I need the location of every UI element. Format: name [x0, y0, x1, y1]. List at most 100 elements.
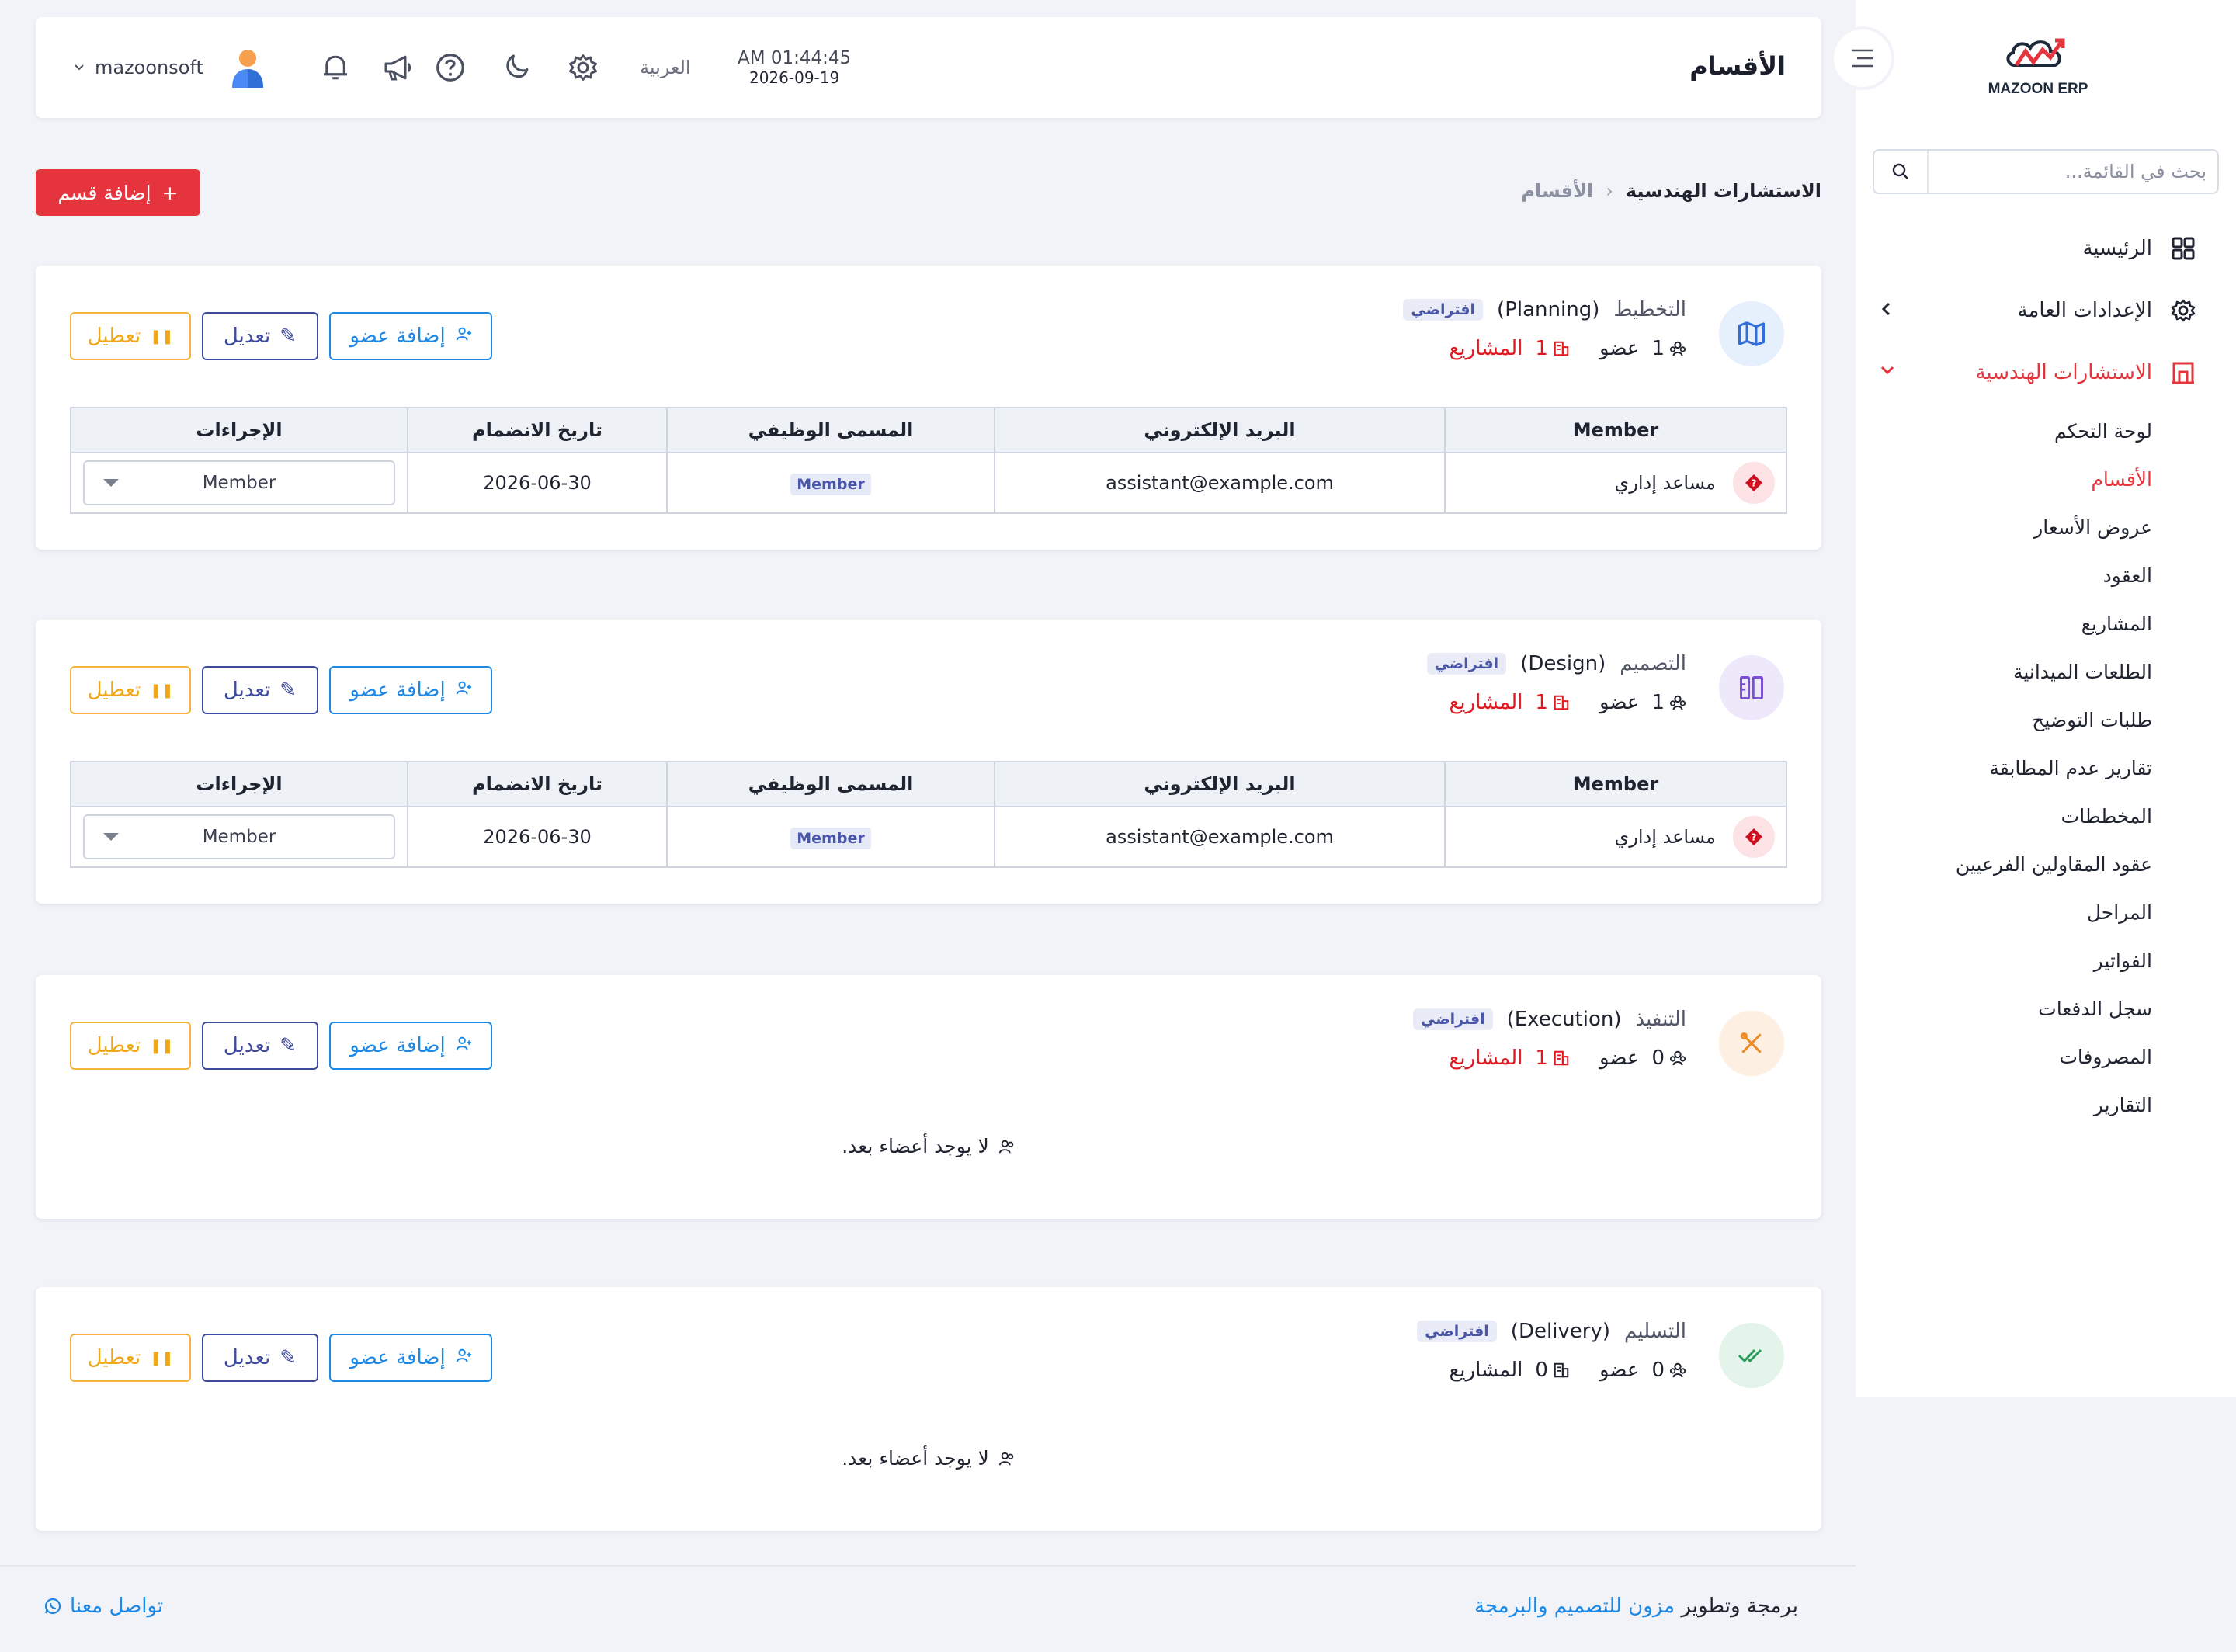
department-actions: ❚❚ تعطيل ✎ تعديل إضافة عضو	[70, 666, 492, 714]
user-menu[interactable]: mazoonsoft	[73, 17, 203, 118]
gear-icon	[568, 54, 598, 81]
projects-label: المشاريع	[1449, 1359, 1523, 1382]
caret-down-icon	[103, 479, 119, 487]
sidebar-subitem-dashboard[interactable]: لوحة التحكم	[1888, 407, 2152, 455]
members-label: عضو	[1599, 1046, 1640, 1070]
role-select[interactable]: Member	[83, 814, 395, 859]
department-stats: 1 عضو 1 المشاريع	[1449, 337, 1686, 360]
sidebar-subitem-ncr-reports[interactable]: تقارير عدم المطابقة	[1888, 744, 2152, 792]
add-member-button[interactable]: إضافة عضو	[329, 1334, 492, 1382]
disable-button[interactable]: ❚❚ تعطيل	[70, 666, 191, 714]
projects-label: المشاريع	[1449, 337, 1523, 360]
settings-button[interactable]	[568, 17, 598, 118]
projects-count[interactable]: 0 المشاريع	[1449, 1359, 1569, 1382]
sidebar-item-general-settings[interactable]: الإعدادات العامة	[1871, 297, 2197, 324]
sidebar-subitem-quotations[interactable]: عروض الأسعار	[1888, 503, 2152, 551]
empty-members-message: لا يوجد أعضاء بعد.	[36, 1447, 1821, 1470]
table-row: ? مساعد إداري assistant@example.com Member 2…	[70, 806, 1787, 868]
language-switch[interactable]: العربية	[640, 17, 691, 118]
sidebar-subitem-rfis[interactable]: طلبات التوضيح	[1888, 696, 2152, 744]
col-email: البريد الإلكتروني	[994, 761, 1446, 807]
moon-icon	[506, 54, 529, 78]
sidebar-item-home[interactable]: الرئيسية	[1871, 234, 2197, 262]
sidebar-item-engineering-consulting[interactable]: الاستشارات الهندسية	[1871, 359, 2197, 387]
clock-date: 2026-09-19	[748, 68, 840, 87]
department-name: التنفيذ	[1635, 1008, 1686, 1031]
grid-icon	[2169, 234, 2197, 262]
add-member-label: إضافة عضو	[349, 1346, 446, 1369]
clock: AM 01:44:45 2026-09-19	[738, 17, 851, 118]
job-title-badge: Member	[790, 828, 871, 849]
help-button[interactable]	[435, 17, 466, 118]
footer-dev-link[interactable]: مزون للتصميم والبرمجة	[1474, 1595, 1675, 1618]
edit-button[interactable]: ✎ تعديل	[202, 1334, 318, 1382]
projects-count[interactable]: 1 المشاريع	[1449, 691, 1569, 714]
sidebar-subitem-phases[interactable]: المراحل	[1888, 888, 2152, 936]
department-card: التخطيط (Planning) افتراضي 1 عضو 1 المشاريع ❚❚ ت…	[36, 266, 1821, 550]
add-member-button[interactable]: إضافة عضو	[329, 666, 492, 714]
logo-icon	[2006, 38, 2065, 67]
col-actions: الإجراءات	[70, 407, 408, 453]
pencil-icon: ✎	[280, 324, 297, 348]
sidebar-subitem-reports[interactable]: التقارير	[1888, 1081, 2152, 1129]
projects-count-value: 1	[1535, 691, 1548, 714]
megaphone-icon	[384, 55, 411, 81]
col-email: البريد الإلكتروني	[994, 407, 1446, 453]
edit-button[interactable]: ✎ تعديل	[202, 666, 318, 714]
sidebar-search[interactable]	[1873, 149, 2219, 194]
user-plus-icon	[455, 324, 472, 348]
actions-cell: Member	[70, 806, 408, 868]
department-card: التنفيذ (Execution) افتراضي 0 عضو 1 المشاريع ❚❚…	[36, 975, 1821, 1219]
double-check-icon	[1738, 1348, 1762, 1363]
notifications-button[interactable]	[320, 17, 351, 118]
contact-us-link[interactable]: تواصل معنا	[43, 1595, 163, 1618]
sidebar-subitem-payments[interactable]: سجل الدفعات	[1888, 984, 2152, 1032]
search-button[interactable]	[1874, 151, 1929, 193]
sidebar-subitem-contracts[interactable]: العقود	[1888, 551, 2152, 599]
user-plus-icon	[455, 1034, 472, 1057]
disable-button[interactable]: ❚❚ تعطيل	[70, 312, 191, 360]
users-icon	[998, 1452, 1014, 1466]
sidebar-subitem-site-visits[interactable]: الطلعات الميدانية	[1888, 647, 2152, 696]
sidebar-subitem-projects[interactable]: المشاريع	[1888, 599, 2152, 647]
members-count: 0 عضو	[1599, 1046, 1686, 1070]
add-member-button[interactable]: إضافة عضو	[329, 1022, 492, 1070]
sidebar-subitem-drawings[interactable]: المخططات	[1888, 792, 2152, 840]
app-logo[interactable]: MAZOON ERP	[1980, 31, 2096, 98]
add-member-button[interactable]: إضافة عضو	[329, 312, 492, 360]
sidebar-subitem-departments[interactable]: الأقسام	[1888, 455, 2152, 503]
sidebar-subitem-invoices[interactable]: الفواتير	[1888, 936, 2152, 984]
disable-button[interactable]: ❚❚ تعطيل	[70, 1334, 191, 1382]
department-title: التصميم (Design) افتراضي	[1426, 652, 1686, 675]
users-icon	[1669, 341, 1686, 356]
role-select[interactable]: Member	[83, 460, 395, 505]
sidebar-search-input[interactable]	[1929, 151, 2217, 193]
sidebar-subitem-expenses[interactable]: المصروفات	[1888, 1032, 2152, 1081]
member-name: مساعد إداري	[1614, 826, 1716, 848]
projects-count[interactable]: 1 المشاريع	[1449, 337, 1569, 360]
username: mazoonsoft	[95, 57, 203, 78]
default-badge: افتراضي	[1417, 1321, 1497, 1342]
sidebar-subnav: لوحة التحكم الأقسام عروض الأسعار العقود …	[1888, 407, 2152, 1129]
menu-toggle-button[interactable]	[1831, 26, 1894, 90]
projects-count[interactable]: 1 المشاريع	[1449, 1046, 1569, 1070]
announcements-button[interactable]	[382, 17, 413, 118]
breadcrumb-parent[interactable]: الاستشارات الهندسية	[1626, 180, 1821, 202]
edit-button[interactable]: ✎ تعديل	[202, 1022, 318, 1070]
email-cell: assistant@example.com	[994, 806, 1446, 868]
search-icon	[1892, 163, 1908, 179]
user-avatar[interactable]	[230, 17, 266, 118]
sidebar-subitem-subcontracts[interactable]: عقود المقاولين الفرعيين	[1888, 840, 2152, 888]
pause-icon: ❚❚	[150, 1037, 174, 1054]
col-job-title: المسمى الوظيفي	[666, 407, 995, 453]
edit-button[interactable]: ✎ تعديل	[202, 312, 318, 360]
members-count-value: 0	[1651, 1046, 1665, 1070]
dark-mode-toggle[interactable]	[500, 17, 531, 118]
job-title-cell: Member	[666, 452, 995, 514]
department-title: التخطيط (Planning) افتراضي	[1403, 298, 1686, 321]
department-stats: 0 عضو 0 المشاريع	[1449, 1359, 1686, 1382]
add-section-button[interactable]: + إضافة قسم	[36, 169, 200, 216]
disable-button[interactable]: ❚❚ تعطيل	[70, 1022, 191, 1070]
footer-divider	[0, 1565, 1856, 1567]
users-icon	[1669, 695, 1686, 710]
